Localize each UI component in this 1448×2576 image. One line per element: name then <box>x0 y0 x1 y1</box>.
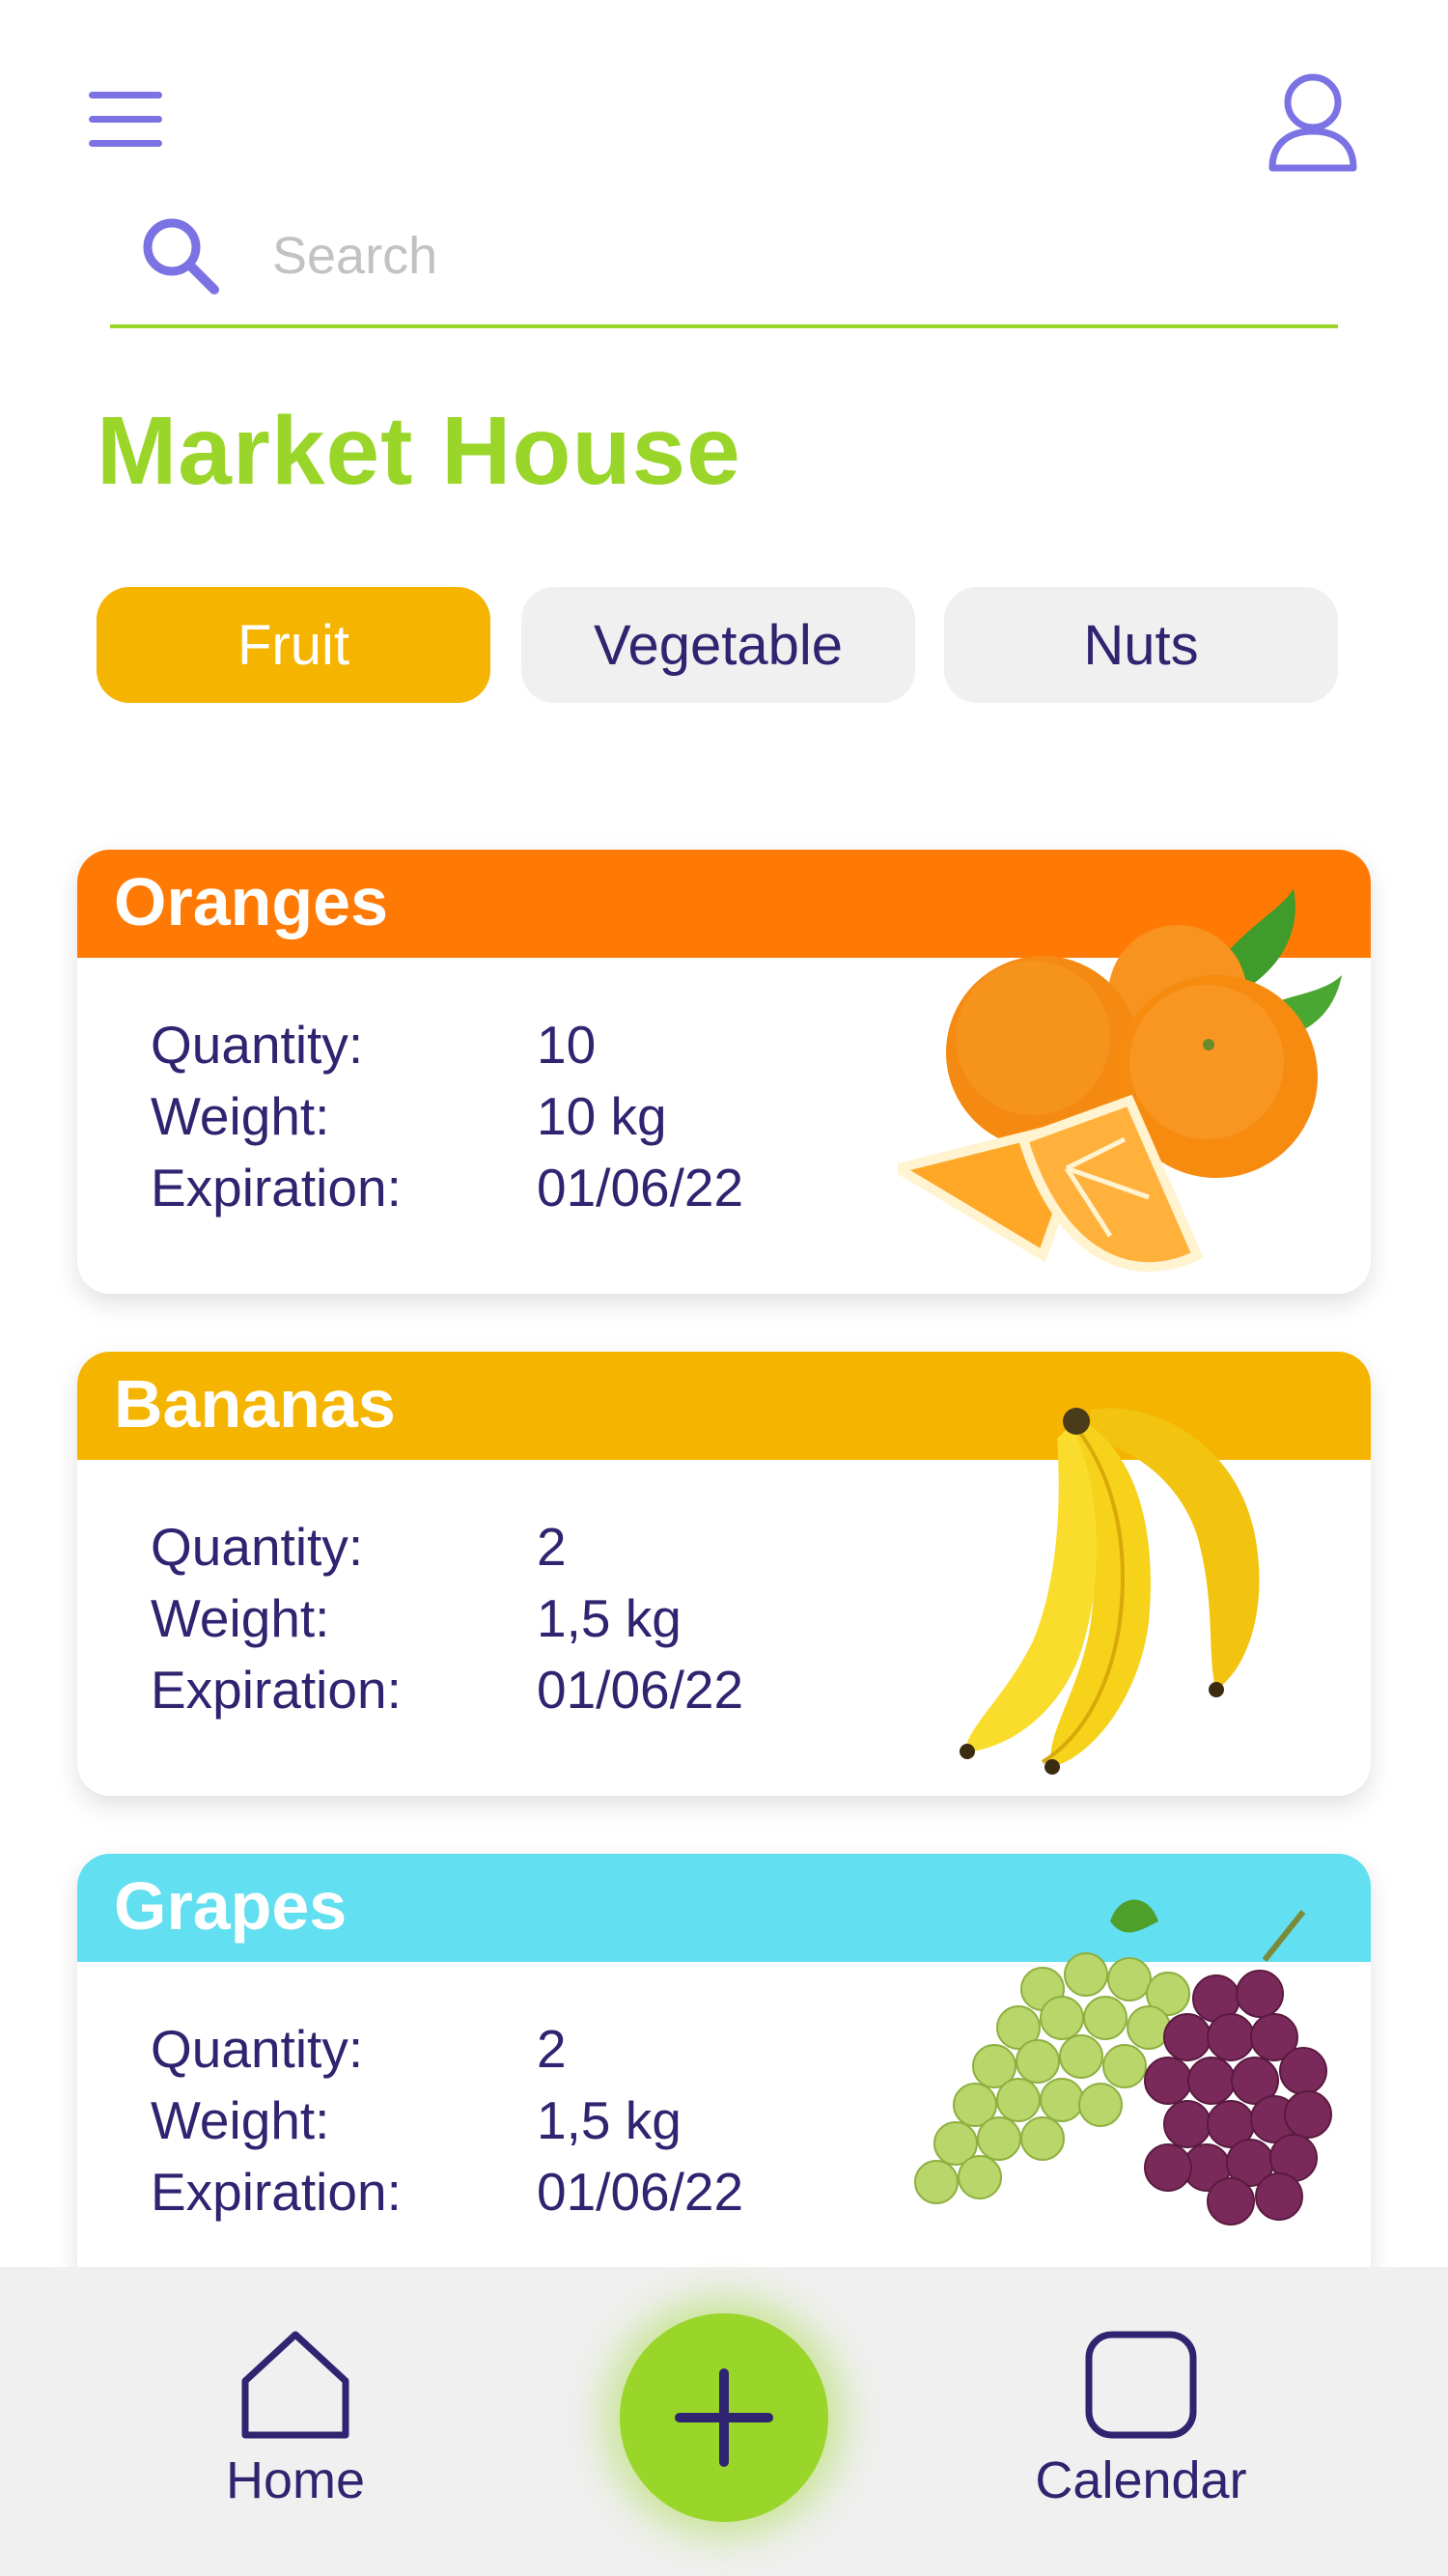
bananas-image <box>960 1408 1260 1775</box>
product-details: Quantity: 10 Weight: 10 kg Expiration: 01/0… <box>151 1009 743 1223</box>
nav-home[interactable]: Home <box>151 2267 440 2576</box>
expiration-label: Expiration: <box>151 1158 402 1218</box>
tab-fruit[interactable]: Fruit <box>97 587 490 703</box>
nav-calendar-label: Calendar <box>1035 2451 1247 2509</box>
tab-vegetable[interactable]: Vegetable <box>521 587 915 703</box>
quantity-value: 10 <box>537 1015 597 1075</box>
weight-label: Weight: <box>151 2090 330 2150</box>
product-card-oranges[interactable]: Oranges Quantity: 10 Weight: 10 kg Expirat… <box>77 850 1371 1294</box>
weight-value: 10 kg <box>537 1086 667 1146</box>
quantity-value: 2 <box>537 2019 567 2079</box>
nav-calendar[interactable]: Calendar <box>996 2267 1286 2576</box>
nav-home-label: Home <box>225 2451 366 2509</box>
bottom-navigation: Home Calendar <box>0 2267 1448 2576</box>
page-title: Market House <box>97 397 741 505</box>
weight-label: Weight: <box>151 1086 330 1146</box>
product-details: Quantity: 2 Weight: 1,5 kg Expiration: 01/0… <box>151 1511 743 1725</box>
search-icon[interactable] <box>137 212 226 301</box>
expiration-value: 01/06/22 <box>537 2162 744 2222</box>
category-tabs: Fruit Vegetable Nuts <box>97 587 1338 703</box>
plus-icon <box>675 2368 773 2467</box>
user-profile-icon[interactable] <box>1267 71 1359 174</box>
quantity-label: Quantity: <box>151 1517 364 1577</box>
product-card-bananas[interactable]: Bananas Quantity: 2 Weight: 1,5 kg Expirat… <box>77 1352 1371 1796</box>
expiration-value: 01/06/22 <box>537 1660 744 1720</box>
add-button[interactable] <box>620 2313 828 2522</box>
weight-label: Weight: <box>151 1588 330 1648</box>
top-bar <box>0 0 1448 193</box>
oranges-image <box>898 888 1342 1273</box>
search-bar <box>110 203 1338 328</box>
product-name: Bananas <box>114 1366 396 1442</box>
weight-value: 1,5 kg <box>537 1588 682 1648</box>
hamburger-menu-icon[interactable] <box>89 92 162 148</box>
quantity-label: Quantity: <box>151 1015 364 1075</box>
expiration-value: 01/06/22 <box>537 1158 744 1218</box>
expiration-label: Expiration: <box>151 1660 402 1720</box>
calendar-icon <box>1085 2331 1197 2439</box>
weight-value: 1,5 kg <box>537 2090 682 2150</box>
product-name: Oranges <box>114 864 388 939</box>
home-icon <box>241 2331 349 2439</box>
tab-nuts[interactable]: Nuts <box>944 587 1338 703</box>
search-input[interactable] <box>272 222 1238 290</box>
product-name: Grapes <box>114 1868 348 1944</box>
quantity-label: Quantity: <box>151 2019 364 2079</box>
grapes-image <box>914 1899 1332 2226</box>
product-card-grapes[interactable]: Grapes Quantity: 2 Weight: 1,5 kg Expirati… <box>77 1854 1371 2298</box>
quantity-value: 2 <box>537 1517 567 1577</box>
product-details: Quantity: 2 Weight: 1,5 kg Expiration: 01/0… <box>151 2013 743 2227</box>
expiration-label: Expiration: <box>151 2162 402 2222</box>
